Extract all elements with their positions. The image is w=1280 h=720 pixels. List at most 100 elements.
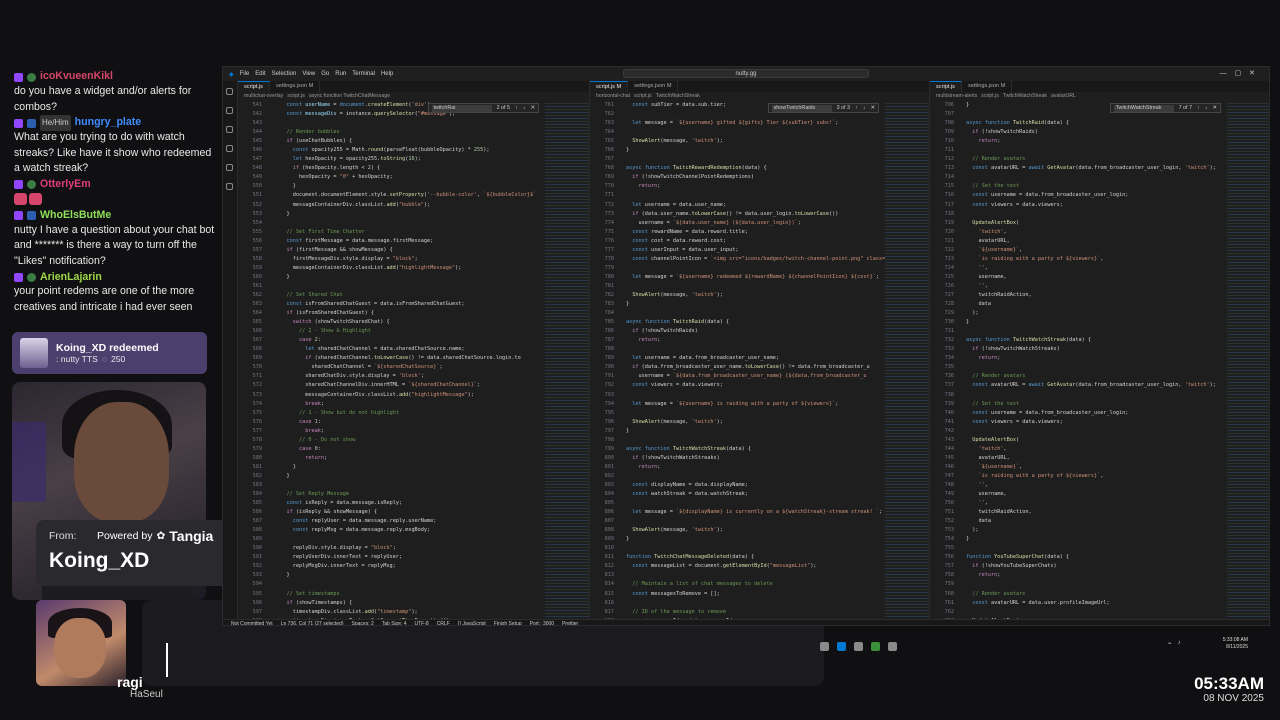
- wifi-icon[interactable]: ⌁: [1168, 640, 1172, 647]
- breadcrumb-item[interactable]: script.js: [287, 92, 305, 101]
- find-input[interactable]: TwitchWatchStreak: [1113, 104, 1174, 112]
- menu-item-file[interactable]: File: [240, 71, 250, 77]
- pronoun-badge: He/Him: [40, 115, 71, 131]
- find-input[interactable]: twitchRai: [431, 104, 492, 112]
- code-editor[interactable]: 761 const subTier = data.sub.tier; 762 7…: [592, 101, 886, 619]
- status-item[interactable]: Port : 3000: [530, 621, 554, 626]
- breadcrumb-item[interactable]: TwitchWatchStreak: [656, 92, 700, 101]
- volume-icon[interactable]: ♪: [1178, 640, 1181, 647]
- arrow-down-icon[interactable]: ↓: [1205, 105, 1208, 111]
- chat-username: hungry_plate: [74, 116, 142, 129]
- menu-item-help[interactable]: Help: [381, 71, 393, 77]
- status-item[interactable]: UTF-8: [415, 621, 429, 626]
- taskbar-app-icon[interactable]: [820, 641, 829, 651]
- minimap[interactable]: [545, 101, 589, 619]
- breadcrumb-item[interactable]: multistream-alerts: [936, 92, 977, 101]
- find-widget[interactable]: twitchRai 2 of 5 ↑ ↓ ✕: [427, 103, 539, 113]
- chat-message: icoKvueenKikl do you have a widget and/or…: [14, 70, 215, 115]
- redeem-cost: 250: [110, 354, 126, 364]
- find-input[interactable]: showTwitchRaids: [771, 104, 832, 112]
- search-icon[interactable]: [226, 107, 233, 114]
- find-count: 3 of 3: [836, 105, 851, 111]
- editor-tabs: script.js settings.json M: [930, 81, 1269, 92]
- remote-icon[interactable]: [226, 183, 233, 190]
- powered-by: Powered by ✿ Tangia: [97, 528, 214, 544]
- extensions-icon[interactable]: [226, 164, 233, 171]
- code-editor[interactable]: 541 const userName = document.createElem…: [240, 101, 542, 619]
- status-item[interactable]: {} JavaScript: [458, 621, 486, 626]
- breadcrumb-item[interactable]: multichat-overlay: [244, 92, 283, 101]
- arrow-up-icon[interactable]: ↑: [515, 105, 518, 111]
- badge-icon: [27, 211, 36, 221]
- breadcrumb-item[interactable]: avatarURL: [1051, 92, 1076, 101]
- close-icon[interactable]: ✕: [530, 105, 535, 111]
- arrow-up-icon[interactable]: ↑: [855, 105, 858, 111]
- close-icon[interactable]: ✕: [870, 105, 875, 111]
- breadcrumb-item[interactable]: script.js: [981, 92, 999, 101]
- breadcrumb-item[interactable]: horizontal-chat: [596, 92, 630, 101]
- chat-message-header: ArienLajarin: [14, 270, 215, 284]
- minimap[interactable]: [885, 101, 929, 619]
- redeem-alert: Koing_XD redeemed : nutty TTS ◌ 250: [12, 332, 207, 374]
- source-control-icon[interactable]: [226, 126, 233, 133]
- arrow-down-icon[interactable]: ↓: [523, 105, 526, 111]
- menu-item-selection[interactable]: Selection: [272, 71, 297, 77]
- taskbar-app-icon[interactable]: [888, 641, 897, 651]
- tab-script-js[interactable]: script.js: [930, 81, 962, 92]
- status-item[interactable]: Tab Size: 4: [382, 621, 407, 626]
- breadcrumb: multistream-alerts script.js TwitchWatchSt…: [930, 92, 1269, 101]
- subscriber-badge-icon: [14, 118, 23, 128]
- guest-subname: HaSeul: [130, 689, 163, 700]
- status-item[interactable]: Prettier: [562, 621, 578, 626]
- status-item[interactable]: CRLF: [437, 621, 450, 626]
- emote-icon: [29, 193, 42, 206]
- text-caret: [166, 643, 168, 677]
- close-icon[interactable]: ✕: [1212, 105, 1217, 111]
- code-editor[interactable]: 706} 707 708 async function TwitchRaid(da…: [932, 101, 1224, 619]
- status-bar: Not Committed Yet Ln 736, Col 71 (27 sele…: [223, 619, 1269, 626]
- arrow-up-icon[interactable]: ↑: [1197, 105, 1200, 111]
- tts-from-panel: From: Powered by ✿ Tangia Koing_XD: [36, 520, 234, 586]
- taskbar: [820, 636, 1270, 656]
- status-item[interactable]: Spaces: 2: [352, 621, 374, 626]
- redeem-subtitle: : nutty TTS ◌ 250: [56, 354, 159, 364]
- tab-settings-json[interactable]: settings.json M: [962, 81, 1013, 92]
- arrow-down-icon[interactable]: ↓: [863, 105, 866, 111]
- status-item[interactable]: Ln 736, Col 71 (27 selected): [281, 621, 344, 626]
- status-item[interactable]: Not Committed Yet: [231, 621, 273, 626]
- command-center[interactable]: nutty.gg: [623, 69, 869, 78]
- explorer-icon[interactable]: [226, 88, 233, 95]
- editor-tabs: script.js settings.json M: [238, 81, 589, 92]
- find-widget[interactable]: TwitchWatchStreak 7 of 7 ↑ ↓ ✕: [1109, 103, 1221, 113]
- subscriber-badge-icon: [14, 180, 23, 190]
- badge-icon: [27, 72, 36, 82]
- tab-script-js[interactable]: script.js M: [590, 81, 629, 92]
- taskbar-app-icon[interactable]: [871, 641, 880, 651]
- menu-item-run[interactable]: Run: [335, 71, 346, 77]
- chat-message-text: What are you trying to do with watch str…: [14, 131, 212, 175]
- menu-item-terminal[interactable]: Terminal: [352, 71, 375, 77]
- vscode-taskbar-icon[interactable]: [837, 641, 846, 651]
- badge-icon: [27, 118, 36, 128]
- tab-settings-json[interactable]: settings.json M: [628, 81, 679, 92]
- run-debug-icon[interactable]: [226, 145, 233, 152]
- editor-pane-2: script.js Msettings.json Mhorizontal-cha…: [589, 81, 929, 619]
- clock-date: 08 NOV 2025: [1203, 693, 1264, 704]
- taskbar-app-icon[interactable]: [854, 641, 863, 651]
- find-widget[interactable]: showTwitchRaids 3 of 3 ↑ ↓ ✕: [767, 103, 879, 113]
- breadcrumb-item[interactable]: script.js: [634, 92, 652, 101]
- brand-name: Tangia: [169, 528, 214, 544]
- badge-icon: [27, 180, 36, 190]
- status-item[interactable]: Finish Setup: [494, 621, 522, 626]
- menu-item-edit[interactable]: Edit: [255, 71, 265, 77]
- chat-username: WhoElsButMe: [40, 208, 112, 221]
- breadcrumb-item[interactable]: TwitchWatchStreak: [1003, 92, 1047, 101]
- menu-item-view[interactable]: View: [302, 71, 315, 77]
- minimap[interactable]: [1227, 101, 1269, 619]
- tab-settings-json[interactable]: settings.json M: [270, 81, 321, 92]
- window-controls[interactable]: —▢✕: [1220, 69, 1263, 77]
- breadcrumb-item[interactable]: async function TwitchChatMessage: [309, 92, 390, 101]
- chat-message-text: your point redems are one of the more cr…: [14, 285, 195, 313]
- tab-script-js[interactable]: script.js: [238, 81, 270, 92]
- menu-item-go[interactable]: Go: [321, 71, 329, 77]
